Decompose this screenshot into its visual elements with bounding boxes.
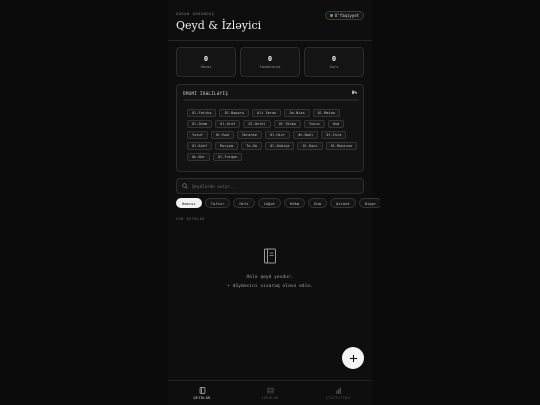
plus-icon (349, 354, 357, 362)
surah-chip[interactable]: Yusuf (187, 131, 208, 139)
surah-chip-list: Əl-Fatihə Əl-Bəqərə Ali İmran Ən-Nisa Əl-Mai… (187, 109, 359, 161)
status-badge-label: O'faqiyyət (334, 13, 359, 18)
app-window: QURAN QORUNDAŞ Qeyd & İzləyici O'faqiyyə… (168, 0, 380, 405)
stat-label: Dərs (329, 65, 339, 69)
filter-chip[interactable]: Təfsir (204, 198, 231, 208)
filter-chip[interactable]: Qiraət (330, 198, 356, 208)
filter-chip[interactable]: Lüğət (257, 198, 282, 208)
surah-chip[interactable]: Əl-Hicr (264, 131, 291, 139)
stat-value: 0 (203, 55, 209, 63)
surah-chip[interactable]: Məryəm (215, 142, 239, 150)
stat-label: Ümumi (200, 65, 212, 69)
surah-chip[interactable]: Əl-Həcc (297, 142, 323, 150)
progress-percent: 0% (351, 91, 357, 96)
surah-chip[interactable]: Əl-Ənfal (243, 120, 271, 128)
surah-chip[interactable]: Ən-Nisa (284, 109, 310, 117)
surah-chip[interactable]: Hud (327, 120, 345, 128)
stat-card-lessons: 0 Dərs (304, 47, 364, 77)
stat-label: Tamamlandı (259, 65, 281, 69)
stat-value: 0 (331, 55, 337, 63)
status-badge: O'faqiyyət (324, 11, 364, 20)
surah-chip[interactable]: Əl-Ənam (187, 120, 213, 128)
book-icon (199, 386, 205, 394)
list-icon (266, 387, 274, 393)
surah-chip[interactable]: Ali İmran (251, 109, 282, 117)
nav-item-surahs[interactable]: SURƏLƏR (236, 381, 304, 405)
page-title: Qeyd & İzləyici (176, 19, 262, 32)
search-input[interactable] (192, 183, 352, 189)
header: QURAN QORUNDAŞ Qeyd & İzləyici O'faqiyyə… (176, 10, 364, 40)
filter-chip[interactable]: Hökm (284, 198, 306, 208)
surah-chip[interactable]: Əl-Furqan (212, 153, 243, 161)
surah-chip[interactable]: Əl-Ənbiya (264, 142, 295, 150)
filter-chip[interactable]: Digər (358, 198, 380, 208)
nav-label: SURƏLƏR (261, 395, 279, 400)
surah-chip[interactable]: Ən-Nəhl (293, 131, 319, 139)
surah-chip[interactable]: Əl-Maidə (312, 109, 340, 117)
empty-state: Hələ qeyd yoxdur. + düyməsini sıxaraq əl… (168, 248, 372, 291)
section-label: SON QEYDLƏR (176, 217, 206, 221)
stats-row: 0 Ümumi 0 Tamamlandı 0 Dərs (176, 47, 364, 77)
search-bar[interactable] (176, 178, 364, 194)
overall-progress-card: ÜMUMİ İRƏLİLƏYİŞ 0% Əl-Fatihə Əl-Bəqərə Al… (176, 84, 364, 172)
category-filter-bar: Hamısı Təfsir Hifz Lüğət Hökm Dua Qiraət Digər (176, 198, 380, 209)
filter-chip[interactable]: Hamısı (176, 198, 202, 208)
book-icon (264, 248, 276, 264)
nav-item-statistics[interactable]: STATİSTİKA (304, 381, 372, 405)
surah-chip[interactable]: Əl-Əraf (215, 120, 241, 128)
search-icon (182, 183, 188, 189)
status-dot-icon (329, 14, 333, 17)
empty-message: Hələ qeyd yoxdur. (246, 275, 294, 280)
filter-chip[interactable]: Dua (308, 198, 328, 208)
progress-bar (183, 99, 359, 101)
app-subtitle: QURAN QORUNDAŞ (176, 12, 215, 16)
surah-chip[interactable]: İbrahim (236, 131, 262, 139)
surah-chip[interactable]: Ət-Tövbə (273, 120, 301, 128)
surah-chip[interactable]: Əl-İsra (321, 131, 347, 139)
stat-value: 0 (267, 55, 273, 63)
stat-card-total: 0 Ümumi (176, 47, 236, 77)
surah-chip[interactable]: Ta-Ha (241, 142, 262, 150)
filter-chip[interactable]: Hifz (233, 198, 255, 208)
bar-chart-icon (335, 387, 341, 394)
surah-chip[interactable]: Əl-Muminun (325, 142, 358, 150)
nav-label: STATİSTİKA (325, 395, 351, 400)
surah-chip[interactable]: Əl-Bəqərə (219, 109, 249, 117)
nav-label: QEYDLƏR (193, 395, 211, 400)
surah-chip[interactable]: Yunus (303, 120, 325, 128)
add-note-button[interactable] (342, 347, 364, 369)
nav-item-notes[interactable]: QEYDLƏR (168, 381, 236, 405)
surah-chip[interactable]: Əl-Kəhf (187, 142, 213, 150)
surah-chip[interactable]: Əl-Fatihə (187, 109, 217, 117)
surah-chip[interactable]: Ən-Nur (187, 153, 210, 161)
empty-hint: + düyməsini sıxaraq əlavə edin. (227, 284, 313, 289)
progress-title: ÜMUMİ İRƏLİLƏYİŞ (183, 91, 229, 96)
surah-chip[interactable]: Ər-Rəd (210, 131, 234, 139)
bottom-navigation: QEYDLƏR SURƏLƏR STATİSTİKA (168, 380, 372, 405)
header-divider (168, 40, 372, 41)
stat-card-completed: 0 Tamamlandı (240, 47, 300, 77)
